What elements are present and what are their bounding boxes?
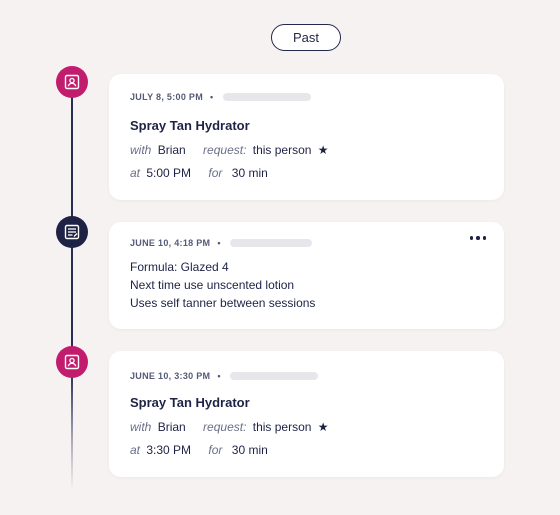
appointment-card[interactable]: JUNE 10, 3:30 PM • Spray Tan Hydrator wi… [109,351,504,477]
note-body: Formula: Glazed 4 Next time use unscente… [130,258,315,312]
card-meta: JULY 8, 5:00 PM • [130,92,311,102]
appointment-node [56,66,88,98]
note-card[interactable]: JUNE 10, 4:18 PM • Formula: Glazed 4 Nex… [109,222,504,329]
card-meta: JUNE 10, 3:30 PM • [130,371,318,381]
appointment-node [56,346,88,378]
star-icon: ★ [317,420,329,434]
appointment-staff-row: with Brian request: this person ★ [130,420,329,434]
appointment-duration: 30 min [231,443,268,457]
note-date: JUNE 10, 4:18 PM [130,238,211,248]
separator-dot: • [217,238,221,248]
for-label: for [208,443,223,457]
placeholder-bar [229,372,318,380]
past-filter-button[interactable]: Past [271,24,341,51]
note-line: Next time use unscented lotion [130,278,295,292]
request-value: this person [252,143,312,157]
more-dot [482,236,486,240]
appointment-duration: 30 min [231,166,268,180]
appointment-time-row: at 3:30 PM for 30 min [130,443,268,457]
request-label: request: [203,420,247,434]
card-meta: JUNE 10, 4:18 PM • [130,238,312,248]
appointment-staff-row: with Brian request: this person ★ [130,143,329,157]
note-line: Uses self tanner between sessions [130,296,316,310]
for-label: for [208,166,223,180]
more-dot [476,236,480,240]
appointment-title: Spray Tan Hydrator [130,118,250,133]
with-label: with [130,143,152,157]
note-node [56,216,88,248]
appointment-date: JULY 8, 5:00 PM [130,92,204,102]
timeline-line [71,96,73,490]
appointment-time-row: at 5:00 PM for 30 min [130,166,268,180]
placeholder-bar [229,239,312,247]
appointment-title: Spray Tan Hydrator [130,395,250,410]
appointment-icon [64,354,80,370]
appointment-date: JUNE 10, 3:30 PM [130,371,211,381]
request-label: request: [203,143,247,157]
appointment-icon [64,74,80,90]
at-label: at [130,443,141,457]
separator-dot: • [217,371,221,381]
request-value: this person [252,420,312,434]
placeholder-bar [222,93,311,101]
separator-dot: • [210,92,214,102]
appointment-card[interactable]: JULY 8, 5:00 PM • Spray Tan Hydrator wit… [109,74,504,200]
appointment-time: 5:00 PM [146,166,192,180]
more-options-button[interactable] [468,234,489,242]
with-label: with [130,420,152,434]
appointment-time: 3:30 PM [146,443,192,457]
more-dot [469,236,473,240]
at-label: at [130,166,141,180]
star-icon: ★ [317,143,329,157]
staff-name: Brian [157,420,186,434]
note-line: Formula: Glazed 4 [130,260,229,274]
note-icon [64,224,80,240]
staff-name: Brian [157,143,186,157]
